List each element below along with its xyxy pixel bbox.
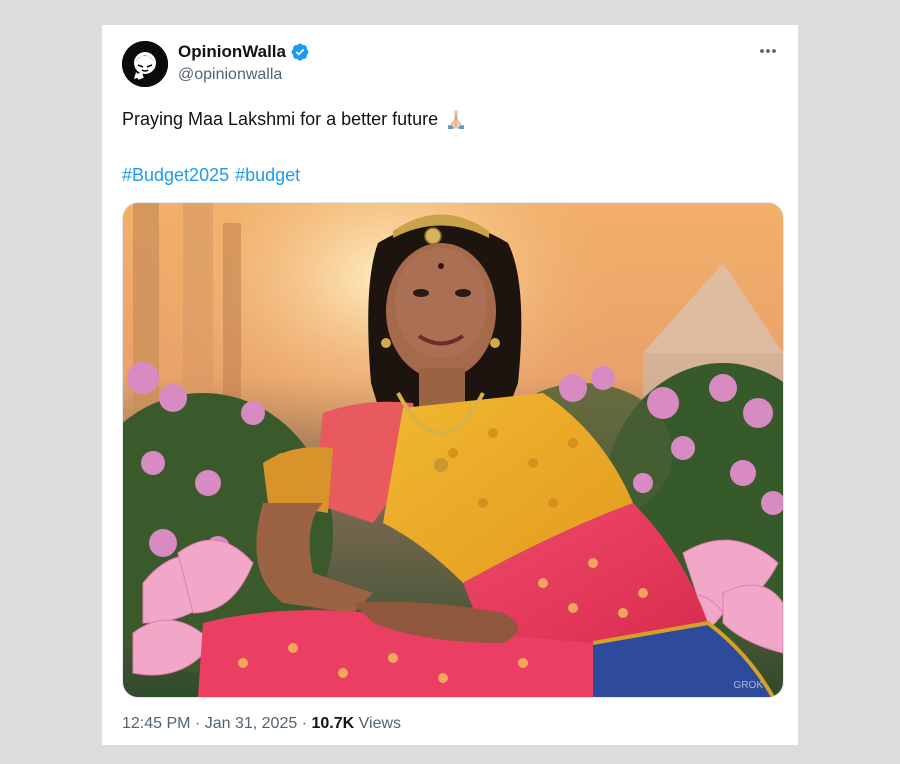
hashtag-budget2025[interactable]: #Budget2025 bbox=[122, 165, 229, 185]
avatar[interactable] bbox=[122, 41, 168, 87]
hashtag-budget[interactable]: #budget bbox=[235, 165, 300, 185]
views-label: Views bbox=[358, 715, 402, 732]
meta-separator: · bbox=[301, 715, 308, 732]
grok-watermark: GROK bbox=[734, 680, 764, 691]
hashtags: #Budget2025 #budget bbox=[122, 163, 306, 187]
views-count[interactable]: 10.7K bbox=[311, 715, 354, 732]
tweet-image[interactable]: GROK bbox=[122, 202, 784, 698]
author-name-row[interactable]: OpinionWalla bbox=[178, 42, 310, 62]
more-horizontal-icon[interactable] bbox=[756, 39, 780, 63]
display-name[interactable]: OpinionWalla bbox=[178, 42, 286, 62]
tweet-card: OpinionWalla @opinionwalla Praying Maa L… bbox=[102, 25, 798, 745]
lakshmi-portrait-image: GROK bbox=[123, 203, 783, 697]
handle[interactable]: @opinionwalla bbox=[178, 66, 282, 84]
meta-separator: · bbox=[194, 715, 201, 732]
folded-hands-icon bbox=[444, 107, 468, 131]
tweet-meta: 12:45 PM · Jan 31, 2025 · 10.7K Views bbox=[122, 715, 401, 733]
verified-badge-icon[interactable] bbox=[290, 42, 310, 62]
tweet-body: Praying Maa Lakshmi for a better future bbox=[122, 109, 439, 129]
tweet-date[interactable]: Jan 31, 2025 bbox=[205, 715, 298, 732]
tweet-time[interactable]: 12:45 PM bbox=[122, 715, 190, 732]
tweet-text: Praying Maa Lakshmi for a better future bbox=[122, 107, 772, 131]
avatar-illustration-icon bbox=[122, 41, 168, 87]
